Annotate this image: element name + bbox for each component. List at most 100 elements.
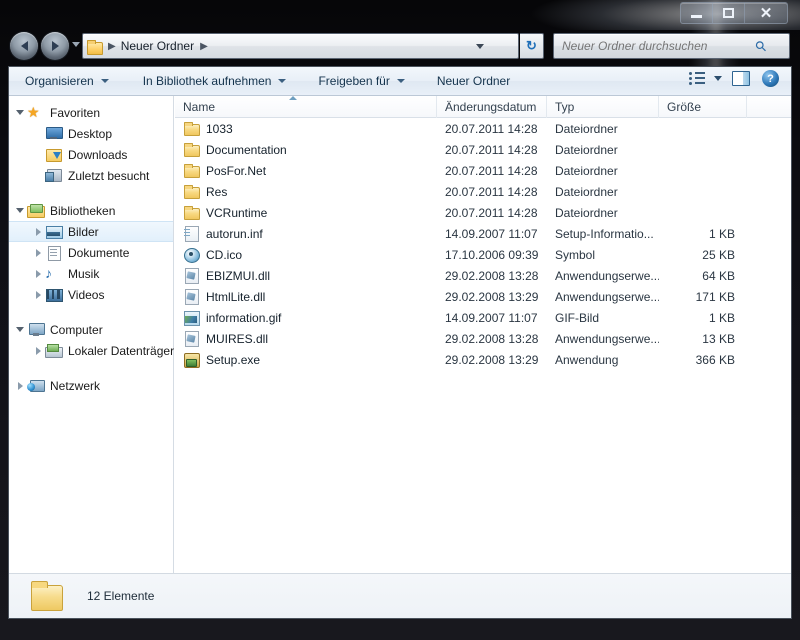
expander-closed-icon[interactable] [31,290,45,299]
chevron-down-icon[interactable] [714,76,722,81]
cell-size: 1 KB [708,310,735,325]
table-row[interactable]: VCRuntime 20.07.2011 14:28 Dateiordner [175,202,791,223]
sidebar-item-desktop[interactable]: Desktop [9,123,173,144]
cell-type: Anwendungserwe... [555,331,659,346]
sidebar-item-downloads[interactable]: Downloads [9,144,173,165]
file-name-label: VCRuntime [206,205,268,220]
breadcrumb-separator-icon: ▶ [108,40,116,52]
new-folder-label: Neuer Ordner [436,74,511,88]
table-row[interactable]: MUIRES.dll 29.02.2008 13:28 Anwendungserwe… [175,328,791,349]
expander-open-icon[interactable] [13,208,27,213]
library-icon [27,203,45,218]
sidebar-group-computer[interactable]: Computer [9,319,173,340]
network-icon [27,378,45,393]
cell-name: MUIRES.dll [175,331,437,347]
file-name-label: Setup.exe [206,352,261,367]
change-view-icon[interactable] [688,71,706,87]
cell-date-modified: 20.07.2011 14:28 [445,163,538,178]
file-name-label: PosFor.Net [206,163,267,178]
table-row[interactable]: 1033 20.07.2011 14:28 Dateiordner [175,118,791,139]
new-folder-button[interactable]: Neuer Ordner [427,69,520,93]
refresh-button[interactable]: ↻ [520,33,544,59]
sidebar-group-bibliotheken[interactable]: Bibliotheken [9,200,173,221]
recent-places-icon [45,168,62,183]
folder-icon [183,163,200,178]
expander-closed-icon[interactable] [31,346,45,355]
preview-pane-icon[interactable] [732,71,750,86]
file-name-label: Res [206,184,228,199]
table-row[interactable]: PosFor.Net 20.07.2011 14:28 Dateiordner [175,160,791,181]
column-header-type[interactable]: Typ [547,95,659,118]
sidebar-item-lokaler-datenträger[interactable]: Lokaler Datenträger [9,340,175,361]
sidebar-item-musik[interactable]: ♪ Musik [9,263,173,284]
expander-open-icon[interactable] [13,327,27,332]
cell-size: 1 KB [708,226,735,241]
table-row[interactable]: HtmlLite.dll 29.02.2008 13:29 Anwendungser… [175,286,791,307]
sidebar-group-label: Netzwerk [50,378,101,393]
file-name-label: Documentation [206,142,287,157]
cell-date-modified: 29.02.2008 13:29 [445,352,539,367]
table-row[interactable]: CD.ico 17.10.2006 09:39 Symbol 25 KB [175,244,791,265]
column-header-row: Name Änderungsdatum Typ Größe [175,95,791,118]
search-icon[interactable]: ⚲ [751,36,770,55]
search-input[interactable] [562,39,754,53]
expander-closed-icon[interactable] [31,248,45,257]
sidebar-group-netzwerk[interactable]: Netzwerk [9,375,173,396]
sidebar-item-dokumente[interactable]: Dokumente [9,242,173,263]
videos-icon [45,287,63,302]
sidebar-item-zuletzt-besucht[interactable]: Zuletzt besucht [9,165,173,186]
title-bar: ✕ [0,0,800,28]
sidebar-item-label: Downloads [68,147,128,162]
expander-closed-icon[interactable] [13,381,27,390]
sidebar-item-videos[interactable]: Videos [9,284,173,305]
table-row[interactable]: Documentation 20.07.2011 14:28 Dateiordner [175,139,791,160]
cell-name: autorun.inf [175,226,437,242]
column-header-date[interactable]: Änderungsdatum [437,95,547,118]
address-bar[interactable]: ▶ Neuer Ordner ▶ [82,33,519,59]
maximize-button[interactable] [713,3,745,23]
file-list-pane[interactable]: Name Änderungsdatum Typ Größe 1033 20.07.… [175,95,791,589]
search-box[interactable]: ⚲ [553,33,790,59]
maximize-icon [723,8,734,18]
cell-size: 13 KB [702,331,735,346]
expander-closed-icon[interactable] [31,269,45,278]
gif-file-icon [183,310,200,326]
column-header-name[interactable]: Name [175,95,437,118]
sidebar-item-label: Lokaler Datenträger [68,343,175,358]
table-row[interactable]: autorun.inf 14.09.2007 11:07 Setup-Informa… [175,223,791,244]
chevron-down-icon [278,79,287,83]
include-in-library-button[interactable]: In Bibliothek aufnehmen [133,69,297,93]
table-row[interactable]: EBIZMUI.dll 29.02.2008 13:28 Anwendungserw… [175,265,791,286]
explorer-client-area: Organisieren In Bibliothek aufnehmen Fre… [8,66,792,619]
navigation-pane[interactable]: ★ Favoriten Desktop Downloads Zuletzt besuch… [9,96,174,589]
expander-open-icon[interactable] [13,110,27,115]
close-button[interactable]: ✕ [745,3,787,23]
column-header-filler [747,96,791,118]
back-button[interactable] [10,32,38,60]
table-row[interactable]: information.gif 14.09.2007 11:07 GIF-Bild 1… [175,307,791,328]
forward-button[interactable] [41,32,69,60]
share-with-button[interactable]: Freigeben für [308,69,414,93]
sidebar-item-label: Videos [68,287,105,302]
breadcrumb-current-folder[interactable]: Neuer Ordner [121,39,194,53]
column-header-name-label: Name [183,99,216,114]
sidebar-item-label: Bilder [68,224,99,239]
item-count-label: 12 Elemente [87,589,155,603]
cell-type: Dateiordner [555,163,618,178]
chevron-down-icon[interactable] [476,44,484,49]
organize-button[interactable]: Organisieren [15,69,119,93]
column-header-size[interactable]: Größe [659,95,747,118]
sidebar-group-favoriten[interactable]: ★ Favoriten [9,102,173,123]
minimize-button[interactable] [681,3,713,23]
sort-ascending-icon [289,95,297,100]
table-row[interactable]: Setup.exe 29.02.2008 13:29 Anwendung 366 KB [175,349,791,370]
cell-name: EBIZMUI.dll [175,268,437,284]
sidebar-item-bilder[interactable]: Bilder [9,221,173,242]
expander-closed-icon[interactable] [31,227,45,236]
help-icon[interactable]: ? [762,70,779,87]
table-row[interactable]: Res 20.07.2011 14:28 Dateiordner [175,181,791,202]
cell-type: Symbol [555,247,596,262]
recent-pages-dropdown-icon[interactable] [72,42,80,47]
cell-type: Dateiordner [555,142,618,157]
cell-name: information.gif [175,310,437,326]
